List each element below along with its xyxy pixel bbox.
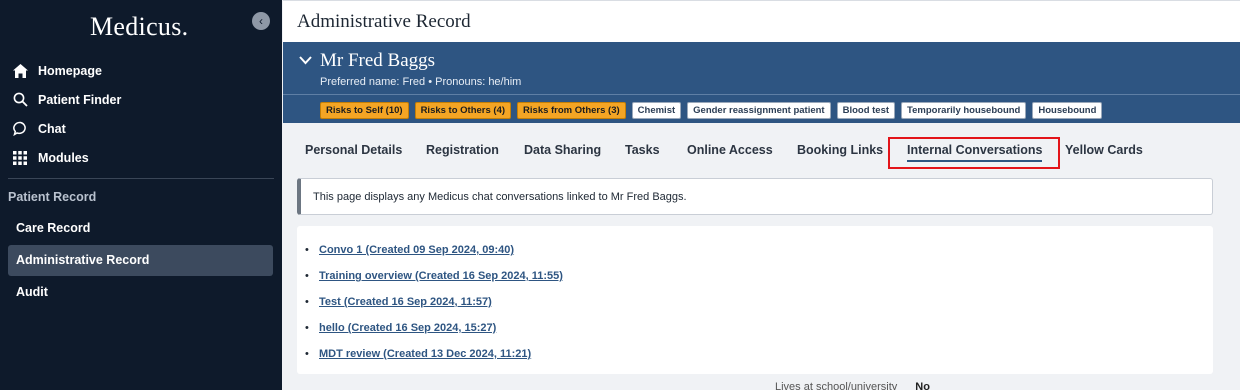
main-content: Administrative Record Mr Fred Baggs Pref…	[283, 0, 1240, 390]
list-item: • Training overview (Created 16 Sep 2024,…	[305, 270, 563, 296]
sidebar-item-administrative-record[interactable]: Administrative Record	[8, 245, 273, 276]
nav-label: Patient Finder	[38, 92, 122, 107]
page-title: Administrative Record	[297, 11, 471, 32]
sidebar-item-audit[interactable]: Audit	[8, 277, 273, 308]
nav-label: Modules	[38, 150, 89, 165]
conversation-link[interactable]: Test (Created 16 Sep 2024, 11:57)	[319, 296, 492, 308]
home-icon	[12, 63, 28, 79]
chat-icon	[12, 121, 28, 137]
tag-risks-to-others[interactable]: Risks to Others (4)	[414, 102, 512, 119]
nav-chat[interactable]: Chat	[0, 114, 282, 143]
tab-registration[interactable]: Registration	[426, 143, 499, 157]
patient-name-toggle[interactable]: Mr Fred Baggs	[299, 50, 435, 72]
search-icon	[12, 92, 28, 108]
bullet: •	[305, 348, 309, 360]
tag-blood-test[interactable]: Blood test	[836, 102, 896, 119]
bullet: •	[305, 322, 309, 334]
tab-tasks[interactable]: Tasks	[625, 143, 660, 157]
nav-patient-finder[interactable]: Patient Finder	[0, 85, 282, 114]
record-tabs: Personal Details Registration Data Shari…	[283, 123, 1240, 173]
preferred-name-pronouns: Preferred name: Fred • Pronouns: he/him	[320, 76, 522, 88]
nav-modules[interactable]: Modules	[0, 143, 282, 172]
tab-yellow-cards[interactable]: Yellow Cards	[1065, 143, 1143, 157]
tab-personal-details[interactable]: Personal Details	[305, 143, 402, 157]
bullet: •	[305, 244, 309, 256]
tag-risks-from-others[interactable]: Risks from Others (3)	[517, 102, 626, 119]
info-notice: This page displays any Medicus chat conv…	[297, 178, 1213, 215]
app-logo[interactable]: Medicus.	[90, 12, 188, 42]
grid-icon	[12, 150, 28, 166]
tag-chemist[interactable]: Chemist	[631, 102, 682, 119]
tab-online-access[interactable]: Online Access	[687, 143, 773, 157]
tag-housebound[interactable]: Housebound	[1032, 102, 1103, 119]
tab-data-sharing[interactable]: Data Sharing	[524, 143, 601, 157]
peek-label: Lives at school/university	[775, 381, 898, 390]
bullet: •	[305, 270, 309, 282]
tag-gender-reassignment[interactable]: Gender reassignment patient	[687, 102, 831, 119]
section-title-patient-record: Patient Record	[8, 190, 97, 204]
conversation-link[interactable]: hello (Created 16 Sep 2024, 15:27)	[319, 322, 496, 334]
main-nav: Homepage Patient Finder Chat Modules	[0, 56, 282, 172]
conversation-panel: • Convo 1 (Created 09 Sep 2024, 09:40) • T…	[297, 226, 1213, 374]
tab-internal-conversations[interactable]: Internal Conversations	[907, 143, 1043, 162]
bullet: •	[305, 296, 309, 308]
conversation-link[interactable]: Training overview (Created 16 Sep 2024, …	[319, 270, 563, 282]
nav-label: Chat	[38, 121, 66, 136]
nav-label: Homepage	[38, 63, 102, 78]
conversation-list: • Convo 1 (Created 09 Sep 2024, 09:40) • T…	[305, 244, 563, 374]
list-item: • hello (Created 16 Sep 2024, 15:27)	[305, 322, 563, 348]
top-bar: Administrative Record	[283, 0, 1240, 42]
conversation-link[interactable]: Convo 1 (Created 09 Sep 2024, 09:40)	[319, 244, 514, 256]
underlying-field-peek: Lives at school/university No	[775, 381, 930, 390]
chevron-down-icon	[299, 53, 312, 69]
list-item: • MDT review (Created 13 Dec 2024, 11:21)	[305, 348, 563, 374]
sidebar: Medicus. ‹ Homepage Patient Finder Chat	[0, 0, 282, 390]
patient-banner: Mr Fred Baggs Preferred name: Fred • Pro…	[283, 42, 1240, 123]
tag-risks-to-self[interactable]: Risks to Self (10)	[320, 102, 409, 119]
collapse-sidebar-icon[interactable]: ‹	[252, 12, 270, 30]
banner-divider	[283, 94, 1240, 95]
patient-name: Mr Fred Baggs	[320, 50, 436, 71]
patient-tags: Risks to Self (10) Risks to Others (4) R…	[320, 102, 1103, 119]
sidebar-item-care-record[interactable]: Care Record	[8, 213, 273, 244]
nav-homepage[interactable]: Homepage	[0, 56, 282, 85]
conversation-link[interactable]: MDT review (Created 13 Dec 2024, 11:21)	[319, 348, 531, 360]
tag-temporarily-housebound[interactable]: Temporarily housebound	[901, 102, 1027, 119]
tab-booking-links[interactable]: Booking Links	[797, 143, 883, 157]
list-item: • Convo 1 (Created 09 Sep 2024, 09:40)	[305, 244, 563, 270]
sidebar-divider	[8, 178, 274, 179]
list-item: • Test (Created 16 Sep 2024, 11:57)	[305, 296, 563, 322]
info-text: This page displays any Medicus chat conv…	[313, 191, 687, 203]
peek-value: No	[915, 381, 930, 390]
